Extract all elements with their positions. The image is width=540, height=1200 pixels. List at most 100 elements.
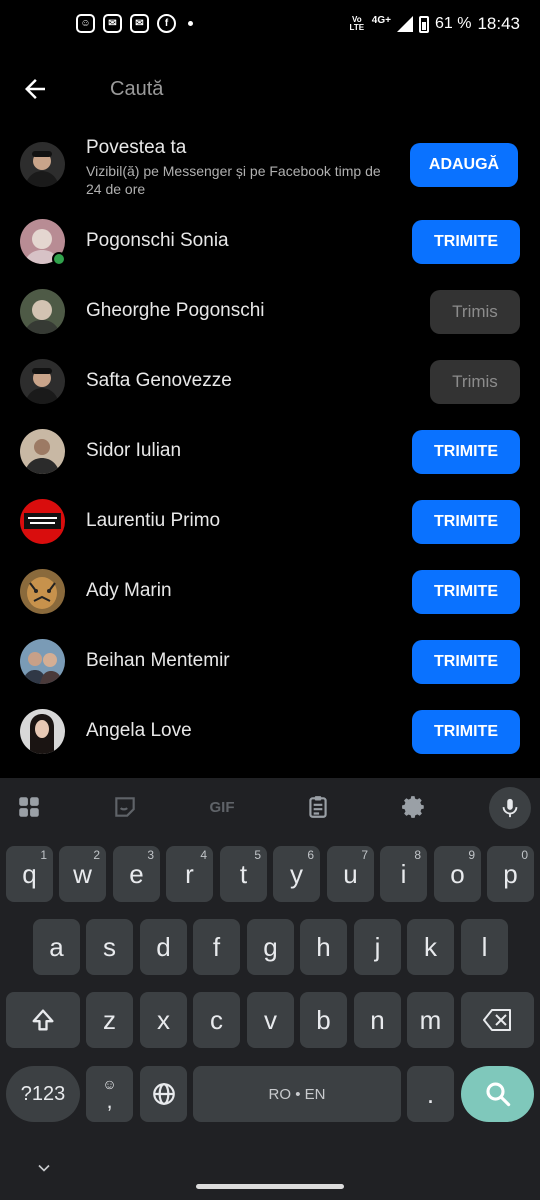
key-o[interactable]: o9 bbox=[434, 846, 481, 902]
key-s[interactable]: s bbox=[86, 919, 133, 975]
key-r[interactable]: r4 bbox=[166, 846, 213, 902]
send-button[interactable]: TRIMITE bbox=[412, 710, 520, 754]
key-l[interactable]: l bbox=[461, 919, 508, 975]
key-label: , bbox=[106, 1088, 113, 1113]
contact-row[interactable]: Sidor Iulian TRIMITE bbox=[0, 418, 540, 488]
language-key[interactable] bbox=[140, 1066, 187, 1122]
contact-name: Pogonschi Sonia bbox=[86, 230, 229, 251]
key-w[interactable]: w2 bbox=[59, 846, 106, 902]
key-p[interactable]: p0 bbox=[487, 846, 534, 902]
symbols-key[interactable]: ?123 bbox=[6, 1066, 80, 1122]
avatar bbox=[20, 709, 65, 754]
search-icon bbox=[485, 1082, 510, 1107]
key-a[interactable]: a bbox=[33, 919, 80, 975]
globe-icon bbox=[152, 1083, 175, 1105]
your-story-row: Povestea ta Vizibil(ă) pe Messenger și p… bbox=[0, 130, 540, 202]
system-status: Vo LTE 4G+ 61 % 18:43 bbox=[348, 14, 520, 34]
contact-row[interactable]: Ady Marin TRIMITE bbox=[0, 558, 540, 628]
contact-row[interactable]: Pogonschi Sonia TRIMITE bbox=[0, 208, 540, 278]
contact-row[interactable]: Angela Love TRIMITE bbox=[0, 698, 540, 768]
key-label: u bbox=[343, 858, 358, 889]
send-button[interactable]: TRIMITE bbox=[412, 430, 520, 474]
battery-icon bbox=[418, 15, 429, 33]
back-arrow-icon[interactable] bbox=[20, 74, 50, 104]
key-label: r bbox=[185, 858, 194, 889]
key-label: p bbox=[503, 858, 518, 889]
contact-row[interactable]: Laurentiu Primo TRIMITE bbox=[0, 488, 540, 558]
key-label: i bbox=[400, 858, 407, 889]
backspace-key[interactable] bbox=[461, 992, 534, 1048]
key-b[interactable]: b bbox=[300, 992, 347, 1048]
volte-indicator: Vo LTE bbox=[349, 15, 365, 32]
contact-row[interactable]: Gheorghe Pogonschi Trimis bbox=[0, 278, 540, 348]
send-button[interactable]: TRIMITE bbox=[412, 500, 520, 544]
home-indicator[interactable] bbox=[196, 1184, 344, 1189]
key-z[interactable]: z bbox=[86, 992, 133, 1048]
key-label: o bbox=[450, 858, 465, 889]
contact-name: Safta Genovezze bbox=[86, 370, 232, 391]
avatar bbox=[20, 499, 65, 544]
key-y[interactable]: y6 bbox=[273, 846, 320, 902]
sticker-icon[interactable] bbox=[110, 792, 140, 822]
online-indicator bbox=[52, 252, 66, 266]
send-button[interactable]: TRIMITE bbox=[412, 220, 520, 264]
story-subtitle: Vizibil(ă) pe Messenger și pe Facebook t… bbox=[86, 163, 381, 197]
gif-button[interactable]: GIF bbox=[202, 792, 242, 822]
contact-row[interactable]: Safta Genovezze Trimis bbox=[0, 348, 540, 418]
key-hint: 8 bbox=[414, 848, 421, 862]
search-header: Caută bbox=[0, 64, 540, 114]
key-x[interactable]: x bbox=[140, 992, 187, 1048]
period-key[interactable]: . bbox=[407, 1066, 454, 1122]
key-h[interactable]: h bbox=[300, 919, 347, 975]
key-j[interactable]: j bbox=[354, 919, 401, 975]
more-notifications-dot bbox=[188, 21, 193, 26]
shift-key[interactable] bbox=[6, 992, 80, 1048]
send-button[interactable]: TRIMITE bbox=[412, 570, 520, 614]
key-i[interactable]: i8 bbox=[380, 846, 427, 902]
avatar bbox=[20, 639, 65, 684]
key-d[interactable]: d bbox=[140, 919, 187, 975]
contact-row[interactable]: Beihan Mentemir TRIMITE bbox=[0, 628, 540, 698]
key-n[interactable]: n bbox=[354, 992, 401, 1048]
contact-name: Ady Marin bbox=[86, 580, 172, 601]
avatar bbox=[20, 142, 65, 187]
key-g[interactable]: g bbox=[247, 919, 294, 975]
avatar bbox=[20, 289, 65, 334]
key-hint: 0 bbox=[521, 848, 528, 862]
send-button[interactable]: TRIMITE bbox=[412, 640, 520, 684]
key-f[interactable]: f bbox=[193, 919, 240, 975]
avatar bbox=[20, 569, 65, 614]
key-k[interactable]: k bbox=[407, 919, 454, 975]
key-label: q bbox=[22, 858, 37, 889]
chevron-down-icon[interactable] bbox=[34, 1158, 54, 1178]
key-hint: 5 bbox=[254, 848, 261, 862]
key-q[interactable]: q1 bbox=[6, 846, 53, 902]
key-v[interactable]: v bbox=[247, 992, 294, 1048]
key-u[interactable]: u7 bbox=[327, 846, 374, 902]
apps-grid-icon[interactable] bbox=[14, 792, 44, 822]
search-input[interactable]: Caută bbox=[110, 78, 163, 101]
key-label: y bbox=[290, 858, 303, 889]
key-t[interactable]: t5 bbox=[220, 846, 267, 902]
clipboard-icon[interactable] bbox=[303, 792, 333, 822]
soft-keyboard: GIF q1 w2 e3 r4 t5 y6 u7 i8 o9 p0 a s d … bbox=[0, 778, 540, 1200]
key-hint: 3 bbox=[147, 848, 154, 862]
network-type: 4G+ bbox=[371, 14, 391, 26]
add-story-button[interactable]: ADAUGĂ bbox=[410, 143, 518, 187]
key-c[interactable]: c bbox=[193, 992, 240, 1048]
status-bar: ☺ ✉ ✉ f Vo LTE 4G+ 61 % 18:43 bbox=[0, 0, 540, 54]
keyboard-toolbar: GIF bbox=[0, 778, 540, 836]
search-key[interactable] bbox=[461, 1066, 534, 1122]
key-e[interactable]: e3 bbox=[113, 846, 160, 902]
contact-name: Sidor Iulian bbox=[86, 440, 182, 461]
contact-name: Angela Love bbox=[86, 720, 192, 741]
navigation-bar bbox=[0, 1158, 540, 1200]
messenger-notification-icon: ✉ bbox=[103, 14, 122, 33]
key-m[interactable]: m bbox=[407, 992, 454, 1048]
notification-icons: ☺ ✉ ✉ f bbox=[76, 14, 193, 33]
emoji-comma-key[interactable]: ☺ , bbox=[86, 1066, 133, 1122]
shift-icon bbox=[32, 1009, 54, 1031]
gear-icon[interactable] bbox=[399, 792, 429, 822]
microphone-icon[interactable] bbox=[489, 787, 531, 829]
space-bar[interactable]: RO • EN bbox=[193, 1066, 401, 1122]
